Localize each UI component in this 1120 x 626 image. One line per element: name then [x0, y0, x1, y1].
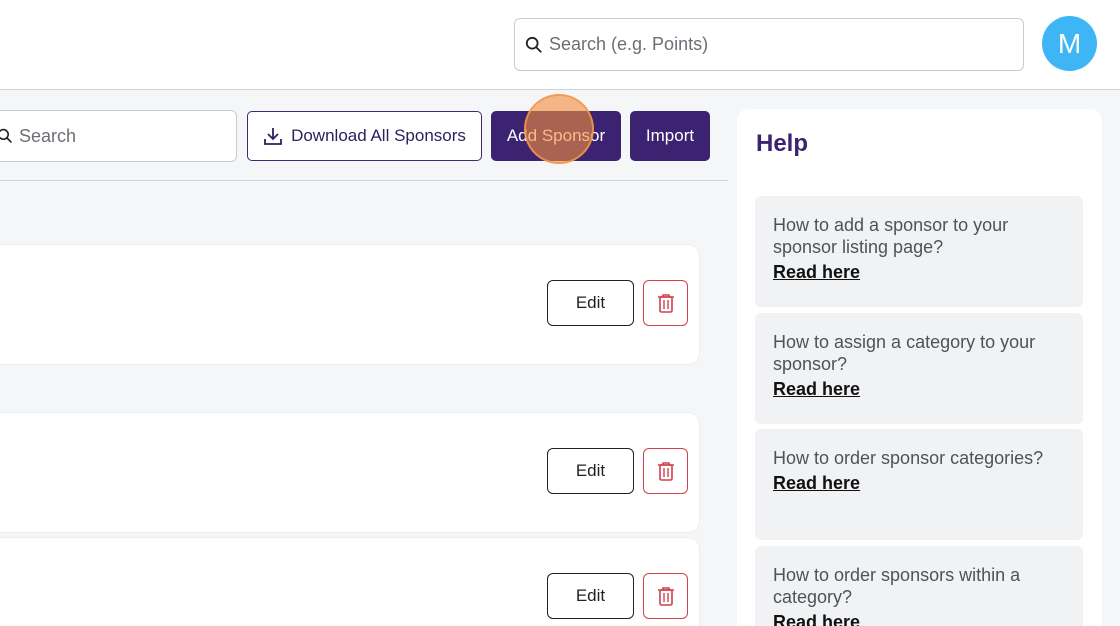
- help-item: How to order sponsors within a category?…: [755, 546, 1083, 626]
- delete-sponsor-button[interactable]: [643, 448, 688, 494]
- delete-sponsor-button[interactable]: [643, 280, 688, 326]
- help-item: How to assign a category to your sponsor…: [755, 313, 1083, 424]
- sponsor-card: Edit: [0, 244, 700, 365]
- download-all-sponsors-button[interactable]: Download All Sponsors: [247, 111, 482, 161]
- help-question: How to order sponsor categories?: [773, 448, 1044, 468]
- search-icon: [525, 36, 542, 53]
- help-item: How to add a sponsor to your sponsor lis…: [755, 196, 1083, 307]
- search-icon: [0, 128, 12, 143]
- delete-sponsor-button[interactable]: [643, 573, 688, 619]
- trash-icon: [657, 587, 674, 606]
- avatar[interactable]: M: [1042, 16, 1097, 71]
- edit-sponsor-button[interactable]: Edit: [547, 280, 634, 326]
- add-sponsor-button[interactable]: Add Sponsor: [491, 111, 621, 161]
- help-title: Help: [756, 130, 809, 157]
- sponsor-search-field[interactable]: [0, 110, 237, 162]
- help-question: How to assign a category to your sponsor…: [773, 332, 1036, 374]
- download-icon: [264, 128, 282, 145]
- read-here-link[interactable]: Read here: [773, 473, 860, 494]
- help-item: How to order sponsor categories? Read he…: [755, 429, 1083, 540]
- global-search-input[interactable]: [549, 34, 989, 55]
- sponsor-card: Edit: [0, 412, 700, 533]
- import-button[interactable]: Import: [630, 111, 710, 161]
- trash-icon: [657, 462, 674, 481]
- sponsor-card: Edit: [0, 537, 700, 626]
- help-panel: Help How to add a sponsor to your sponso…: [737, 109, 1102, 626]
- read-here-link[interactable]: Read here: [773, 379, 860, 400]
- trash-icon: [657, 294, 674, 313]
- read-here-link[interactable]: Read here: [773, 612, 860, 626]
- top-bar: M: [0, 0, 1120, 90]
- read-here-link[interactable]: Read here: [773, 262, 860, 283]
- help-question: How to order sponsors within a category?: [773, 565, 1021, 607]
- sponsors-toolbar: Download All Sponsors Add Sponsor Import: [0, 91, 728, 181]
- global-search-field[interactable]: [514, 18, 1024, 71]
- help-question: How to add a sponsor to your sponsor lis…: [773, 215, 1009, 257]
- sponsor-search-input[interactable]: [19, 125, 219, 147]
- edit-sponsor-button[interactable]: Edit: [547, 573, 634, 619]
- download-all-sponsors-label: Download All Sponsors: [291, 126, 466, 145]
- edit-sponsor-button[interactable]: Edit: [547, 448, 634, 494]
